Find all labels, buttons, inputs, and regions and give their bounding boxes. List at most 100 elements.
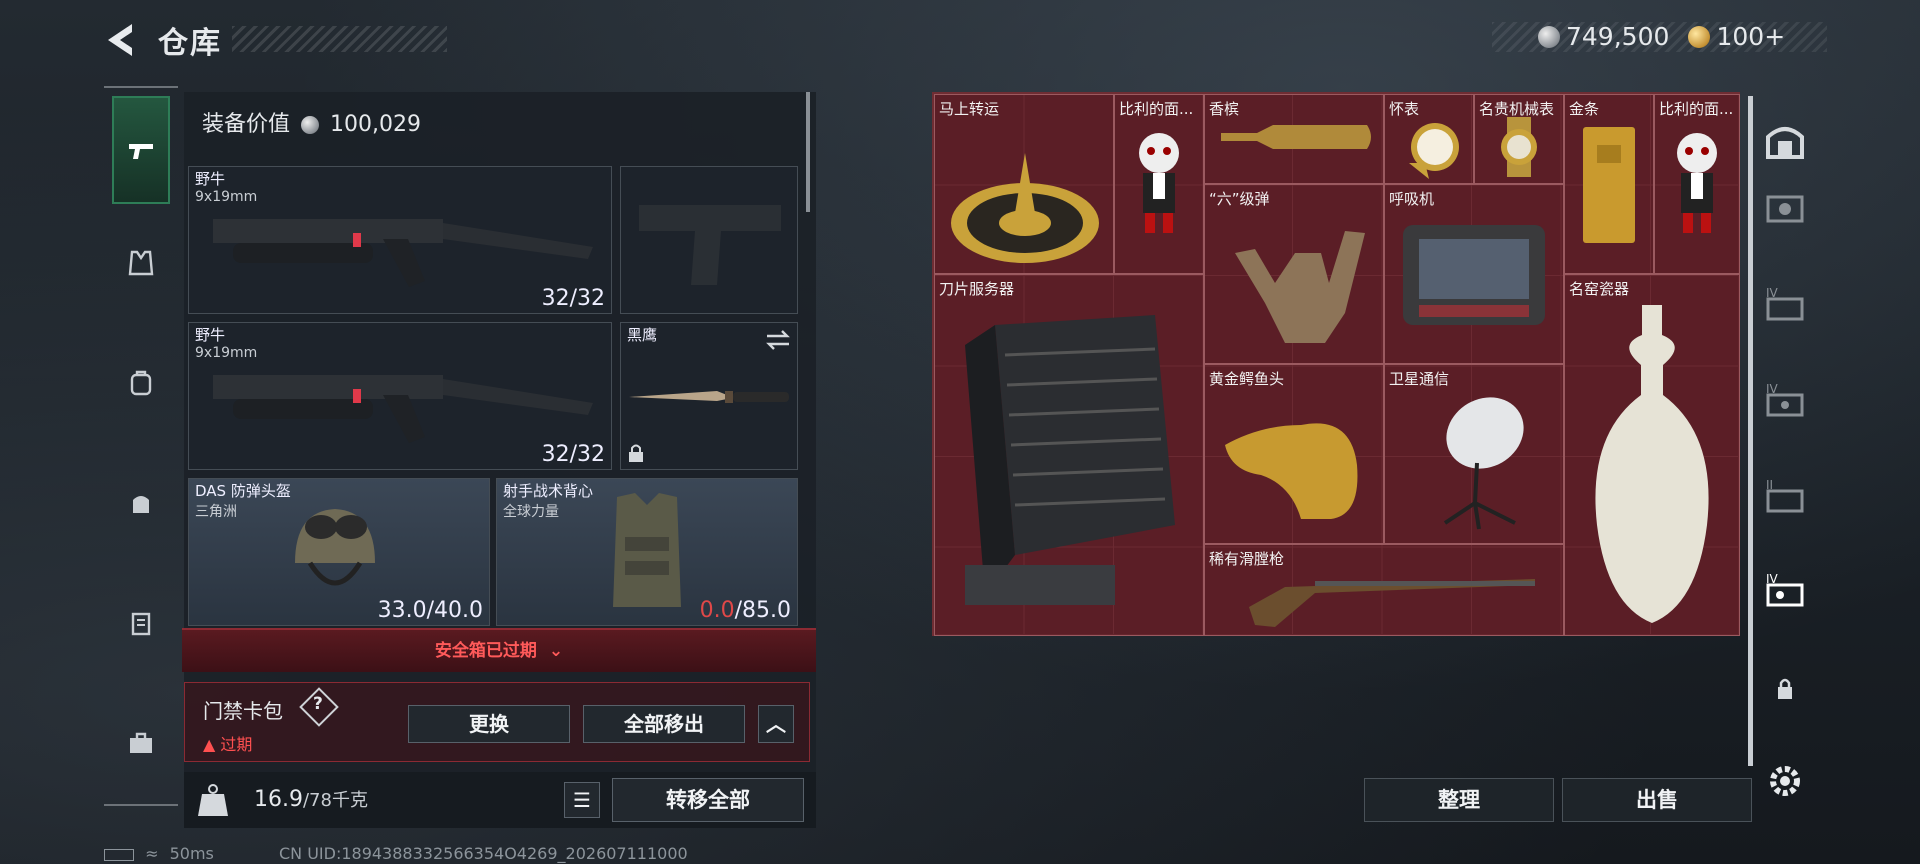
equipment-value: 装备价值 100,029: [202, 106, 421, 138]
sell-button[interactable]: 出售: [1562, 778, 1752, 822]
sidearm-slot[interactable]: [620, 166, 798, 314]
item-label: 名窑瓷器: [1569, 280, 1630, 298]
equipment-scrollbar[interactable]: [806, 92, 810, 212]
pistol-icon: [129, 144, 153, 159]
tab-case[interactable]: [112, 594, 170, 652]
back-arrow-icon: [108, 24, 132, 56]
melee-slot[interactable]: 黑鹰: [620, 322, 798, 470]
collapse-button[interactable]: ︿: [758, 705, 794, 743]
transfer-all-button[interactable]: 转移全部: [612, 778, 804, 822]
stash-item[interactable]: 马上转运: [934, 94, 1114, 274]
primary-weapon-slot[interactable]: 野牛 9x19mm 32/32: [188, 166, 612, 314]
tab-bag[interactable]: [112, 474, 170, 532]
wifi-icon: ≈: [145, 844, 159, 863]
stash-item[interactable]: 呼吸机: [1384, 184, 1564, 364]
luxury-watch-icon: [1501, 117, 1537, 177]
pocket-watch-icon: [1409, 123, 1459, 179]
uid-text: CN UID:1894388332566354O4269_20260711100…: [278, 844, 688, 863]
stash-tab-iv-a[interactable]: IV: [1762, 280, 1808, 326]
stash-item[interactable]: 比利的面...: [1654, 94, 1740, 274]
stash-tab-vault[interactable]: [1762, 118, 1808, 164]
durability-current: 0.0: [699, 598, 735, 623]
stash-tab-locked[interactable]: [1762, 666, 1808, 712]
item-label: 卫星通信: [1389, 370, 1450, 388]
billy-puppet-icon: [1677, 133, 1717, 233]
lock-icon: [1778, 678, 1792, 699]
bag-icon: [133, 496, 149, 513]
stash-tab-ii[interactable]: II: [1762, 472, 1808, 518]
lock-icon: [629, 444, 643, 462]
stash-tab-2[interactable]: [1762, 184, 1808, 230]
tab-weapons[interactable]: [112, 96, 170, 204]
smg-icon: [213, 375, 593, 443]
remove-all-button[interactable]: 全部移出: [583, 705, 745, 743]
equipment-value-label: 装备价值: [202, 112, 291, 137]
tab-toolbox[interactable]: [112, 714, 170, 772]
helmet-icon: [295, 509, 375, 586]
category-rail: [104, 86, 178, 806]
settings-icon: [1770, 766, 1800, 796]
durability: 33.0/40.0: [377, 598, 483, 623]
item-label: 金条: [1569, 100, 1600, 118]
stash-item[interactable]: 名贵机械表: [1474, 94, 1564, 184]
backpack-icon: [130, 370, 152, 396]
swap-button[interactable]: 更换: [408, 705, 570, 743]
tab-backpack[interactable]: [112, 354, 170, 412]
list-button[interactable]: ☰: [564, 782, 600, 818]
slot-name: DAS 防弹头盔: [195, 482, 291, 500]
slot-name: 黑鹰: [627, 326, 658, 344]
slot-name: 野牛: [195, 170, 226, 188]
settings-button[interactable]: [1762, 758, 1808, 804]
tactical-vest-icon: [613, 493, 681, 607]
silver-coin-icon: [1538, 25, 1560, 48]
organize-button[interactable]: 整理: [1364, 778, 1554, 822]
item-label: “六”级弹: [1209, 190, 1270, 208]
stash-tab-iv-b[interactable]: IV: [1762, 376, 1808, 422]
ping-value: 50ms: [169, 844, 214, 863]
item-label: 名贵机械表: [1479, 100, 1555, 118]
title-decoration: [232, 26, 447, 52]
stash-tab-iv-active[interactable]: IV: [1762, 566, 1808, 612]
satellite-dish-icon: [1443, 397, 1524, 530]
access-card-pack: 门禁卡包 ? ▲ 过期 更换 全部移出 ︿: [184, 682, 810, 762]
swap-icon[interactable]: [765, 329, 791, 351]
fortune-wheel-icon: [951, 153, 1099, 263]
tab-armor[interactable]: [112, 234, 170, 292]
item-label: 呼吸机: [1389, 190, 1435, 208]
stash-item[interactable]: 卫星通信: [1384, 364, 1564, 544]
safe-box-expired-bar[interactable]: 安全箱已过期 ⌄: [182, 628, 816, 672]
stash-item[interactable]: “六”级弹: [1204, 184, 1384, 364]
knife-icon: [629, 391, 789, 403]
vest-slot[interactable]: 射手战术背心 全球力量 0.0/85.0: [496, 478, 798, 626]
stash-item[interactable]: 名窑瓷器: [1564, 274, 1740, 636]
item-label: 稀有滑膛枪: [1209, 550, 1285, 568]
list-icon: ☰: [573, 788, 591, 812]
stash-item[interactable]: 怀表: [1384, 94, 1474, 184]
billy-puppet-icon: [1139, 133, 1179, 233]
back-button[interactable]: [100, 18, 144, 62]
ammo-count: 32/32: [541, 286, 605, 311]
weight-max: /78千克: [302, 790, 368, 811]
chevron-down-icon: ⌄: [548, 641, 564, 661]
stash-scrollbar[interactable]: [1748, 96, 1753, 766]
helmet-slot[interactable]: DAS 防弹头盔 三角洲 33.0/40.0: [188, 478, 490, 626]
stash-item[interactable]: 金条: [1564, 94, 1654, 274]
pistol-silhouette-icon: [639, 205, 781, 285]
stash-item[interactable]: 香槟: [1204, 94, 1384, 184]
stash-item[interactable]: 稀有滑膛枪: [1204, 544, 1564, 636]
item-label: 马上转运: [939, 100, 1000, 118]
stash-item[interactable]: 比利的面...: [1114, 94, 1204, 274]
stash-item[interactable]: 黄金鳄鱼头: [1204, 364, 1384, 544]
page-title: 仓库: [158, 26, 222, 61]
item-label: 黄金鳄鱼头: [1209, 370, 1285, 388]
blade-server-icon: [965, 315, 1175, 605]
gold-amount: 100+: [1716, 22, 1786, 51]
equipment-value-amount: 100,029: [330, 112, 421, 137]
toolbox-icon: [130, 732, 152, 753]
item-label: 比利的面...: [1119, 100, 1194, 118]
stash-ii-icon: II: [1766, 478, 1804, 513]
secondary-weapon-slot[interactable]: 野牛 9x19mm 32/32: [188, 322, 612, 470]
slot-name: 射手战术背心: [503, 482, 594, 500]
status-bar: ≈ 50ms CN UID:1894388332566354O4269_2026…: [104, 844, 688, 863]
stash-item[interactable]: 刀片服务器: [934, 274, 1204, 636]
